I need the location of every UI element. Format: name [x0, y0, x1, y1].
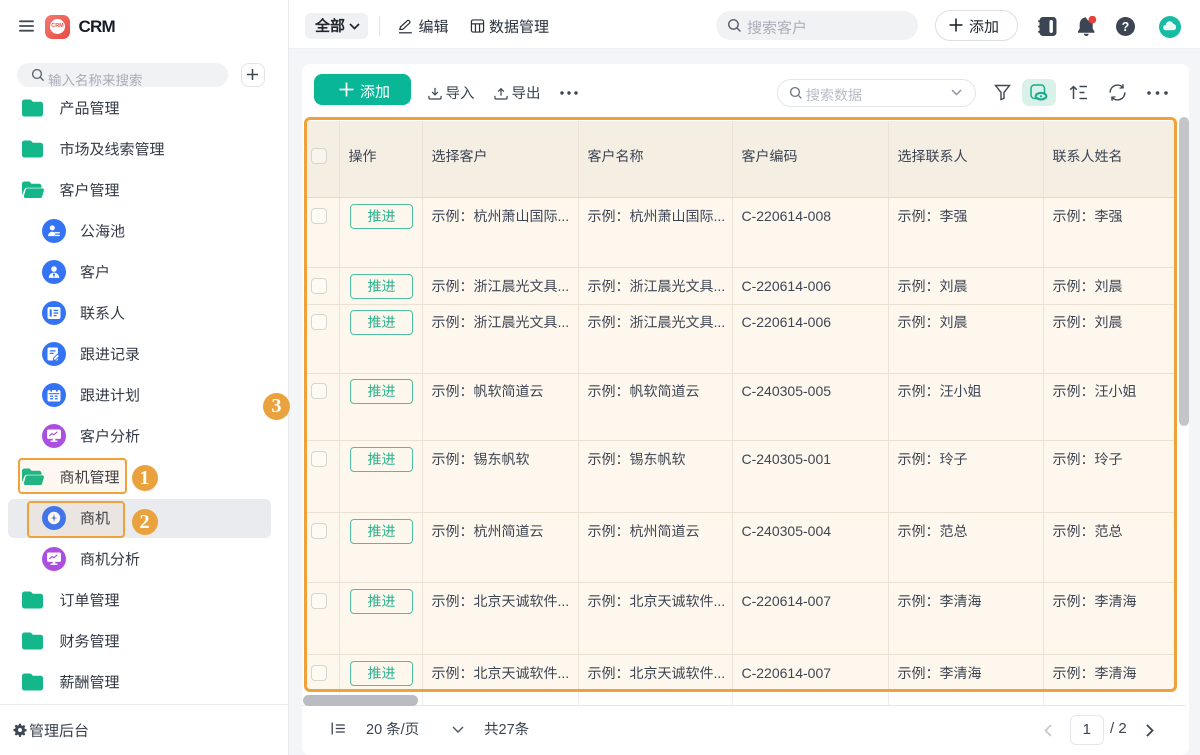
svg-text:?: ?: [1122, 20, 1130, 34]
